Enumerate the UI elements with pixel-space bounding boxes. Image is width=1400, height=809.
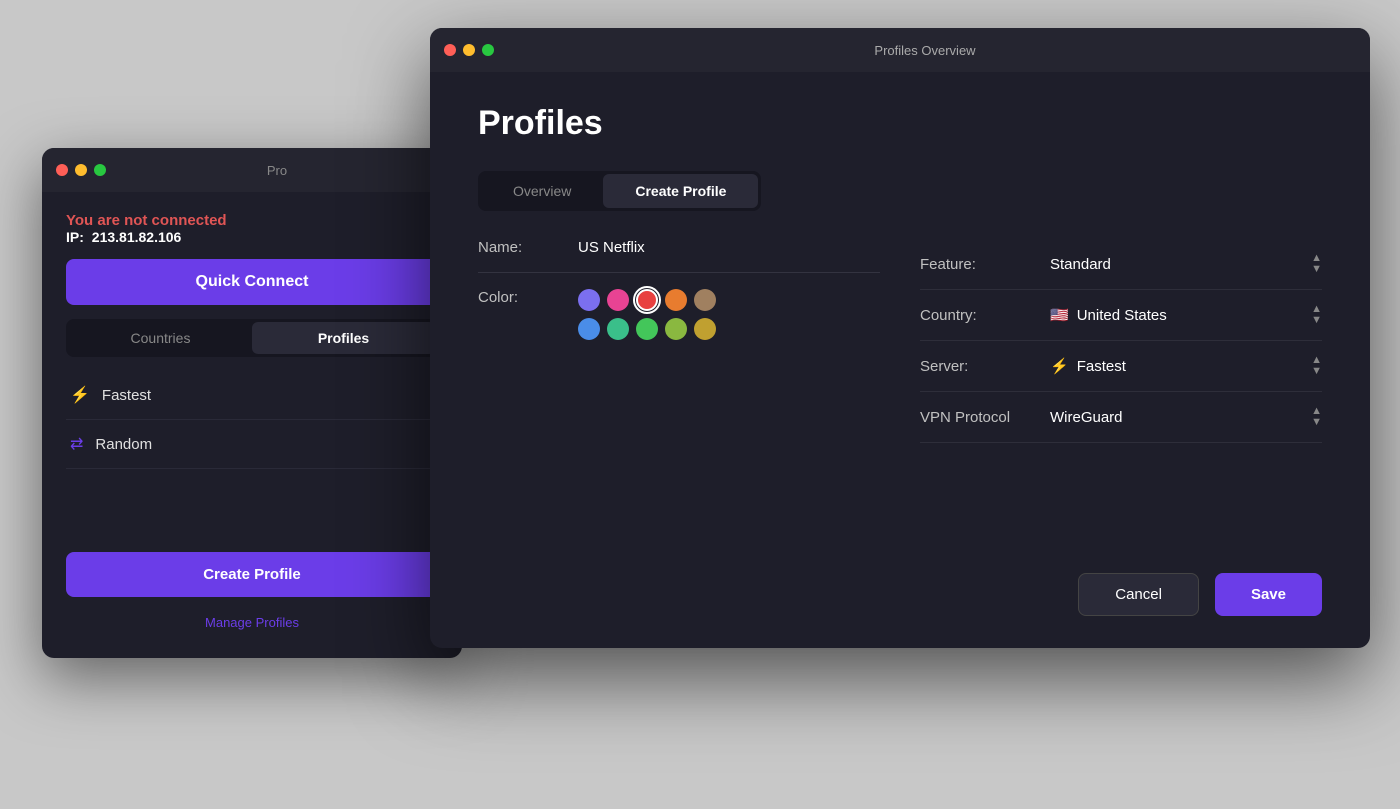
- server-icon: ⚡: [1050, 357, 1069, 375]
- save-button[interactable]: Save: [1215, 573, 1322, 616]
- fg-traffic-lights: [444, 44, 494, 56]
- manage-profiles-link[interactable]: Manage Profiles: [66, 611, 438, 638]
- random-profile-item[interactable]: ⇄ Random: [66, 420, 438, 469]
- server-stepper[interactable]: ▲ ▼: [1311, 355, 1322, 377]
- quick-connect-button[interactable]: Quick Connect: [66, 259, 438, 305]
- vpn-protocol-stepper[interactable]: ▲ ▼: [1311, 406, 1322, 428]
- server-label: Server:: [920, 358, 1050, 375]
- name-label: Name:: [478, 239, 558, 256]
- not-connected-text: You are not connected: [66, 212, 438, 229]
- bg-window: Pro You are not connected IP: 213.81.82.…: [42, 148, 462, 658]
- vpn-protocol-value: WireGuard: [1050, 409, 1123, 426]
- bg-titlebar-text: Pro: [106, 163, 448, 178]
- form-buttons: Cancel Save: [478, 563, 1322, 616]
- country-stepper[interactable]: ▲ ▼: [1311, 304, 1322, 326]
- color-dot-0[interactable]: [578, 289, 600, 311]
- color-dot-2[interactable]: [636, 289, 658, 311]
- country-flag: 🇺🇸: [1050, 306, 1069, 324]
- color-dot-4[interactable]: [694, 289, 716, 311]
- fg-titlebar-text: Profiles Overview: [494, 43, 1356, 58]
- color-dot-1[interactable]: [607, 289, 629, 311]
- server-row: Server: ⚡ Fastest ▲ ▼: [920, 341, 1322, 392]
- fg-maximize-button[interactable]: [482, 44, 494, 56]
- fg-titlebar: Profiles Overview: [430, 28, 1370, 72]
- feature-label: Feature:: [920, 256, 1050, 273]
- fg-body: Profiles Overview Create Profile Name: U…: [430, 72, 1370, 648]
- connection-status: You are not connected IP: 213.81.82.106: [66, 212, 438, 245]
- left-form-section: Name: US Netflix Color:: [478, 239, 880, 535]
- country-value-container: 🇺🇸 United States ▲ ▼: [1050, 304, 1322, 326]
- ip-value: 213.81.82.106: [92, 229, 182, 245]
- overview-tab[interactable]: Overview: [481, 174, 603, 208]
- country-label: Country:: [920, 307, 1050, 324]
- profile-tabs: Overview Create Profile: [478, 171, 761, 211]
- create-profile-tab[interactable]: Create Profile: [603, 174, 758, 208]
- traffic-lights: [56, 164, 106, 176]
- color-dot-8[interactable]: [665, 318, 687, 340]
- fg-minimize-button[interactable]: [463, 44, 475, 56]
- bg-titlebar: Pro: [42, 148, 462, 192]
- random-label: Random: [95, 436, 152, 453]
- cancel-button[interactable]: Cancel: [1078, 573, 1199, 616]
- feature-stepper[interactable]: ▲ ▼: [1311, 253, 1322, 275]
- random-icon: ⇄: [70, 434, 83, 454]
- right-form-section: Feature: Standard ▲ ▼ Country: 🇺🇸: [920, 239, 1322, 535]
- server-value-container: ⚡ Fastest ▲ ▼: [1050, 355, 1322, 377]
- ip-address-row: IP: 213.81.82.106: [66, 229, 438, 245]
- feature-row: Feature: Standard ▲ ▼: [920, 239, 1322, 290]
- countries-tab[interactable]: Countries: [69, 322, 252, 354]
- fastest-profile-item[interactable]: ⚡ Fastest: [66, 371, 438, 420]
- fg-window: Profiles Overview Profiles Overview Crea…: [430, 28, 1370, 648]
- profiles-tab[interactable]: Profiles: [252, 322, 435, 354]
- country-row: Country: 🇺🇸 United States ▲ ▼: [920, 290, 1322, 341]
- server-name: Fastest: [1077, 358, 1126, 375]
- color-dot-3[interactable]: [665, 289, 687, 311]
- color-dot-9[interactable]: [694, 318, 716, 340]
- bg-window-body: You are not connected IP: 213.81.82.106 …: [42, 192, 462, 658]
- fastest-label: Fastest: [102, 387, 151, 404]
- color-dot-7[interactable]: [636, 318, 658, 340]
- feature-value: Standard: [1050, 256, 1111, 273]
- country-name: United States: [1077, 307, 1167, 324]
- color-picker: [578, 289, 716, 340]
- server-value: ⚡ Fastest: [1050, 357, 1126, 375]
- vpn-protocol-label: VPN Protocol: [920, 409, 1050, 426]
- color-dot-6[interactable]: [607, 318, 629, 340]
- profile-form: Name: US Netflix Color: Feature: Standar…: [478, 239, 1322, 535]
- color-dot-5[interactable]: [578, 318, 600, 340]
- page-title: Profiles: [478, 104, 1322, 143]
- create-profile-button[interactable]: Create Profile: [66, 552, 438, 597]
- color-label: Color:: [478, 289, 558, 306]
- vpn-protocol-value-container: WireGuard ▲ ▼: [1050, 406, 1322, 428]
- minimize-button[interactable]: [75, 164, 87, 176]
- profiles-list: ⚡ Fastest ⇄ Random: [66, 371, 438, 469]
- vpn-protocol-row: VPN Protocol WireGuard ▲ ▼: [920, 392, 1322, 443]
- main-tabs: Countries Profiles: [66, 319, 438, 357]
- maximize-button[interactable]: [94, 164, 106, 176]
- feature-value-container: Standard ▲ ▼: [1050, 253, 1322, 275]
- fastest-icon: ⚡: [70, 385, 90, 405]
- country-value: 🇺🇸 United States: [1050, 306, 1167, 324]
- ip-label: IP:: [66, 229, 84, 245]
- fg-close-button[interactable]: [444, 44, 456, 56]
- close-button[interactable]: [56, 164, 68, 176]
- name-value: US Netflix: [578, 239, 645, 256]
